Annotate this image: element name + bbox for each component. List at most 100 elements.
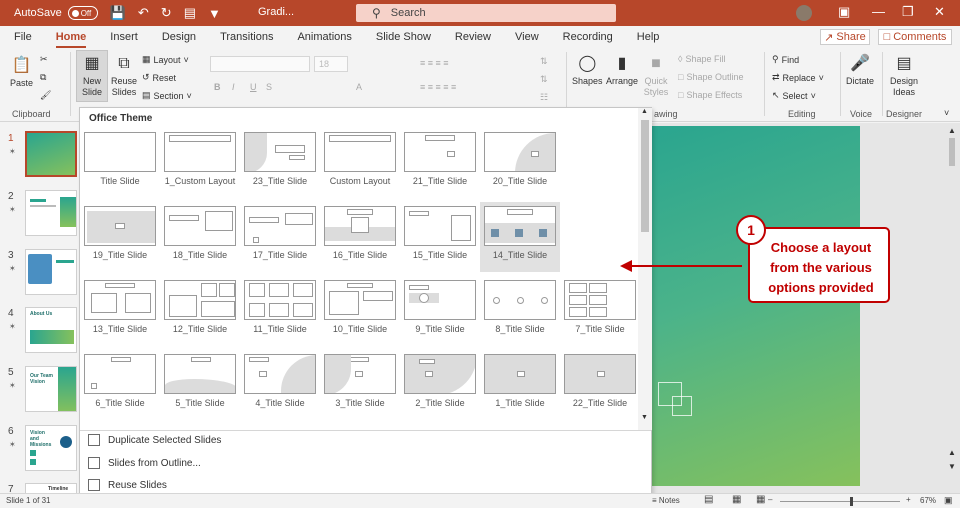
bullets-icon[interactable]: ≡ ≡ ≡ ≡ — [420, 58, 449, 68]
shapes-button[interactable]: ◯ Shapes — [572, 52, 603, 87]
slide-thumbnail-6[interactable]: Vision and Missions — [25, 425, 77, 471]
layout-custom-layout[interactable]: Custom Layout — [322, 128, 398, 198]
layout-1-title-slide[interactable]: 1_Title Slide — [482, 350, 558, 420]
format-painter-icon[interactable]: 🖌 — [40, 90, 51, 101]
zoom-out-icon[interactable]: – — [768, 495, 772, 504]
layout-title-slide[interactable]: Title Slide — [82, 128, 158, 198]
shape-effects-button[interactable]: □ Shape Effects — [678, 90, 742, 100]
layout-2-title-slide[interactable]: 2_Title Slide — [402, 350, 478, 420]
close-icon[interactable]: ✕ — [934, 4, 945, 20]
align-text-icon[interactable]: ⇅ — [540, 74, 548, 85]
paste-button[interactable]: 📋 Paste — [10, 54, 33, 89]
tab-design[interactable]: Design — [162, 31, 196, 43]
layout-10-title-slide[interactable]: 10_Title Slide — [322, 276, 398, 346]
comments-button[interactable]: □ Comments — [878, 29, 952, 45]
layout-23-title-slide[interactable]: 23_Title Slide — [242, 128, 318, 198]
document-title[interactable]: Gradi... — [258, 6, 294, 18]
underline-icon[interactable]: U — [250, 82, 257, 92]
layout-17-title-slide[interactable]: 17_Title Slide — [242, 202, 318, 272]
layout-20-title-slide[interactable]: 20_Title Slide — [482, 128, 558, 198]
tab-transitions[interactable]: Transitions — [220, 31, 273, 43]
dictate-button[interactable]: 🎤 Dictate — [846, 52, 874, 87]
slide-thumbnail-1[interactable] — [25, 131, 77, 177]
save-icon[interactable]: 💾 — [110, 5, 126, 21]
layout-3-title-slide[interactable]: 3_Title Slide — [322, 350, 398, 420]
find-button[interactable]: ⚲ Find — [772, 54, 799, 65]
shape-fill-button[interactable]: ◊ Shape Fill — [678, 54, 725, 64]
zoom-slider-knob[interactable] — [850, 497, 853, 506]
ribbon-display-icon[interactable]: ▣ — [838, 4, 850, 20]
reuse-slides-button[interactable]: ⧉ Reuse Slides — [110, 52, 138, 98]
tab-insert[interactable]: Insert — [110, 31, 138, 43]
layout-8-title-slide[interactable]: 8_Title Slide — [482, 276, 558, 346]
cut-icon[interactable]: ✂ — [40, 54, 48, 65]
font-family-box[interactable] — [210, 56, 310, 72]
layout-5-title-slide[interactable]: 5_Title Slide — [162, 350, 238, 420]
notes-button[interactable]: ≡ Notes — [652, 496, 680, 505]
align-icon[interactable]: ≡ ≡ ≡ ≡ ≡ — [420, 82, 456, 92]
search-box[interactable]: ⚲ Search — [356, 4, 616, 22]
layout-11-title-slide[interactable]: 11_Title Slide — [242, 276, 318, 346]
layout-16-title-slide[interactable]: 16_Title Slide — [322, 202, 398, 272]
layout-7-title-slide[interactable]: 7_Title Slide — [562, 276, 638, 346]
redo-icon[interactable]: ↻ — [161, 5, 172, 21]
reading-view-icon[interactable]: ▦ — [756, 494, 765, 505]
slide-thumbnail-3[interactable] — [25, 249, 77, 295]
tab-file[interactable]: File — [14, 31, 32, 43]
duplicate-selected-slides-item[interactable]: Duplicate Selected Slides — [88, 434, 221, 446]
quick-styles-button[interactable]: ■ Quick Styles — [642, 52, 670, 98]
tab-view[interactable]: View — [515, 31, 539, 43]
layout-6-title-slide[interactable]: 6_Title Slide — [82, 350, 158, 420]
fit-to-window-icon[interactable]: ▣ — [944, 495, 953, 506]
undo-icon[interactable]: ↶ — [138, 5, 149, 21]
reuse-slides-item[interactable]: Reuse Slides — [88, 479, 167, 491]
tab-animations[interactable]: Animations — [297, 31, 351, 43]
autosave-toggle[interactable]: Off — [67, 6, 98, 20]
section-button[interactable]: ▤ Section ˅ — [142, 90, 192, 101]
copy-icon[interactable]: ⧉ — [40, 72, 46, 83]
layout-14-title-slide[interactable]: 14_Title Slide — [480, 202, 560, 272]
slide-thumbnail-2[interactable] — [25, 190, 77, 236]
avatar[interactable] — [796, 5, 812, 21]
slide-thumbnail-4[interactable]: About Us — [25, 307, 77, 353]
reset-button[interactable]: ↺ Reset — [142, 72, 176, 83]
tab-help[interactable]: Help — [637, 31, 660, 43]
tab-review[interactable]: Review — [455, 31, 491, 43]
gallery-scrollbar[interactable]: ▲ ▼ — [638, 108, 652, 430]
select-button[interactable]: ↖ Select ˅ — [772, 90, 816, 101]
arrange-button[interactable]: ▮ Arrange — [606, 52, 638, 87]
slide-thumbnail-5[interactable]: Our Team Vision — [25, 366, 77, 412]
font-size-box[interactable]: 18 — [314, 56, 348, 72]
bold-icon[interactable]: B — [214, 82, 221, 92]
quick-access-menu-icon[interactable]: ▼ — [208, 6, 221, 21]
collapse-ribbon-icon[interactable]: ˅ — [944, 108, 949, 118]
share-button[interactable]: ↗ Share — [820, 29, 870, 45]
shape-outline-button[interactable]: □ Shape Outline — [678, 72, 743, 82]
tab-slide-show[interactable]: Slide Show — [376, 31, 431, 43]
layout-button[interactable]: ▦ Layout ˅ — [142, 54, 189, 65]
minimize-icon[interactable]: — — [872, 4, 885, 19]
slide-sorter-icon[interactable]: ▦ — [732, 494, 741, 505]
layout-12-title-slide[interactable]: 12_Title Slide — [162, 276, 238, 346]
smartart-icon[interactable]: ☷ — [540, 92, 548, 103]
italic-icon[interactable]: I — [232, 82, 235, 92]
zoom-slider[interactable] — [780, 501, 900, 502]
layout-9-title-slide[interactable]: 9_Title Slide — [402, 276, 478, 346]
tab-home[interactable]: Home — [55, 31, 86, 48]
replace-button[interactable]: ⇄ Replace ˅ — [772, 72, 824, 83]
restore-icon[interactable]: ❐ — [902, 4, 914, 20]
zoom-level[interactable]: 67% — [920, 496, 936, 505]
layout-1-custom-layout[interactable]: 1_Custom Layout — [162, 128, 238, 198]
tab-recording[interactable]: Recording — [563, 31, 613, 43]
design-ideas-button[interactable]: ▤ Design Ideas — [888, 52, 920, 98]
layout-15-title-slide[interactable]: 15_Title Slide — [402, 202, 478, 272]
canvas-scrollbar[interactable]: ▲ ▲ ▼ — [946, 126, 958, 478]
font-color-icon[interactable]: A — [356, 82, 362, 92]
layout-13-title-slide[interactable]: 13_Title Slide — [82, 276, 158, 346]
zoom-in-icon[interactable]: + — [906, 495, 911, 504]
layout-21-title-slide[interactable]: 21_Title Slide — [402, 128, 478, 198]
text-direction-icon[interactable]: ⇅ — [540, 56, 548, 67]
present-icon[interactable]: ▤ — [184, 5, 196, 21]
layout-18-title-slide[interactable]: 18_Title Slide — [162, 202, 238, 272]
slides-from-outline-item[interactable]: Slides from Outline... — [88, 457, 201, 469]
